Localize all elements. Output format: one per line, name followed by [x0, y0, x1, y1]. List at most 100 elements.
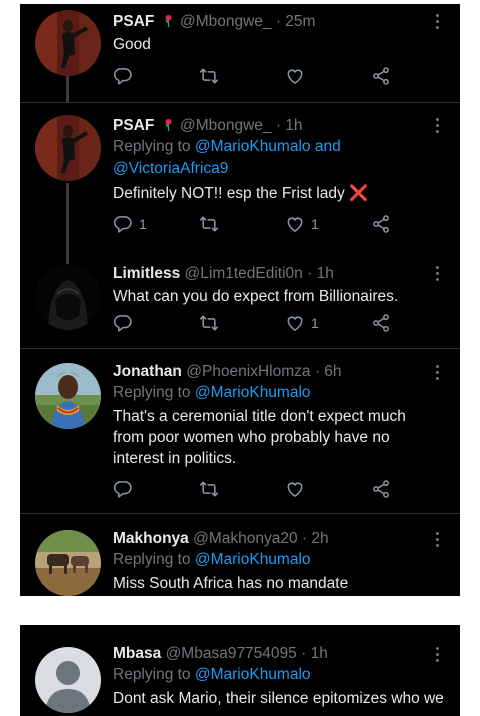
display-name[interactable]: PSAF [113, 13, 154, 30]
tweet-6[interactable]: Mbasa @Mbasa97754095 · 1h Replying to @M… [20, 625, 460, 716]
reply-button[interactable] [113, 65, 139, 87]
rose-icon [161, 13, 176, 28]
heart-icon [285, 214, 305, 234]
tweet-text: What can you do expect from Billionaires… [113, 288, 399, 305]
mention-and: and [314, 138, 341, 155]
like-button[interactable]: 1 [285, 213, 319, 235]
avatar[interactable] [35, 363, 101, 429]
like-button[interactable] [285, 478, 311, 500]
like-count: 1 [311, 216, 319, 232]
tweet-header: Mbasa @Mbasa97754095 · 1h [113, 644, 430, 664]
mention-link[interactable]: @VictoriaAfrica9 [113, 160, 228, 177]
thread-line [66, 250, 69, 264]
share-icon [371, 479, 391, 499]
handle[interactable]: @Mbongwe_ [180, 13, 272, 30]
replying-to: Replying to @MarioKhumalo and @VictoriaAf… [113, 136, 430, 180]
avatar[interactable] [35, 647, 101, 713]
more-options-icon[interactable] [436, 532, 440, 550]
reply-button[interactable] [113, 312, 139, 334]
share-icon [371, 313, 391, 333]
replying-to-label: Replying to [113, 138, 191, 155]
heart-icon [285, 313, 305, 333]
handle[interactable]: @Mbasa97754095 [166, 645, 297, 662]
handle[interactable]: @Lim1tedEditi0n [185, 265, 303, 282]
heart-icon [285, 66, 305, 86]
retweet-button[interactable] [199, 65, 219, 87]
reply-icon [113, 214, 133, 234]
reply-button[interactable] [113, 478, 139, 500]
timeline-panel: PSAF @Mbongwe_ · 25m Good PSAF @Mbongwe_… [20, 4, 460, 596]
retweet-button[interactable] [199, 213, 219, 235]
tweet-header: Jonathan @PhoenixHlomza · 6h [113, 362, 430, 382]
tweet-5[interactable]: Makhonya @Makhonya20 · 2h Replying to @M… [20, 514, 460, 596]
tweet-actions [113, 478, 413, 500]
retweet-icon [199, 313, 219, 333]
tweet-text: Definitely NOT!! esp the Frist lady ❌ [113, 183, 430, 204]
mention-link[interactable]: @MarioKhumalo [195, 666, 311, 683]
avatar[interactable] [35, 115, 101, 181]
replying-to: Replying to @MarioKhumalo [113, 382, 430, 404]
like-button[interactable]: 1 [285, 312, 319, 334]
tweet-header: Makhonya @Makhonya20 · 2h [113, 529, 430, 549]
tweet-4[interactable]: Jonathan @PhoenixHlomza · 6h Replying to… [20, 349, 460, 514]
timestamp: · 6h [314, 363, 342, 380]
display-name[interactable]: Jonathan [113, 363, 182, 380]
mention-link[interactable]: @MarioKhumalo [195, 384, 311, 401]
more-options-icon[interactable] [436, 647, 440, 665]
reply-icon [113, 313, 133, 333]
reply-button[interactable]: 1 [113, 213, 147, 235]
tweet-3[interactable]: Limitless @Lim1tedEditi0n · 1h What can … [20, 250, 460, 349]
tweet-header: Limitless @Lim1tedEditi0n · 1h [113, 264, 430, 284]
avatar[interactable] [35, 530, 101, 596]
tweet-actions: 1 1 [113, 213, 413, 235]
mention-link[interactable]: @MarioKhumalo [195, 138, 311, 155]
avatar[interactable] [35, 264, 101, 330]
more-options-icon[interactable] [436, 14, 440, 32]
handle[interactable]: @Makhonya20 [193, 530, 298, 547]
more-options-icon[interactable] [436, 266, 440, 284]
timestamp: · 1h [307, 265, 334, 282]
replying-to: Replying to @MarioKhumalo [113, 664, 430, 686]
replying-to-label: Replying to [113, 666, 191, 683]
thread-line [66, 183, 69, 250]
avatar[interactable] [35, 10, 101, 76]
display-name[interactable]: Limitless [113, 265, 180, 282]
more-options-icon[interactable] [436, 118, 440, 136]
retweet-button[interactable] [199, 478, 219, 500]
timeline-panel-continued: Mbasa @Mbasa97754095 · 1h Replying to @M… [20, 625, 460, 716]
share-button[interactable] [371, 213, 391, 235]
replying-to-label: Replying to [113, 384, 191, 401]
tweet-header: PSAF @Mbongwe_ · 25m [113, 12, 430, 32]
rose-icon [161, 117, 176, 132]
share-icon [371, 214, 391, 234]
tweet-text-content: Definitely NOT!! esp the Frist lady [113, 185, 345, 202]
tweet-text: Miss South Africa has no mandate [113, 575, 349, 592]
cross-mark-emoji: ❌ [349, 185, 369, 202]
replying-to: Replying to @MarioKhumalo [113, 549, 430, 571]
tweet-header: PSAF @Mbongwe_ · 1h [113, 116, 430, 136]
timestamp: · 1h [275, 117, 303, 134]
tweet-text: Good [113, 36, 151, 53]
thread-line [66, 74, 69, 103]
timestamp: · 2h [301, 530, 329, 547]
replying-to-label: Replying to [113, 551, 191, 568]
mention-link[interactable]: @MarioKhumalo [195, 551, 311, 568]
reply-icon [113, 66, 133, 86]
share-button[interactable] [371, 312, 391, 334]
display-name[interactable]: Mbasa [113, 645, 161, 662]
tweet-2[interactable]: PSAF @Mbongwe_ · 1h Replying to @MarioKh… [20, 103, 460, 250]
retweet-button[interactable] [199, 312, 219, 334]
tweet-text: That's a ceremonial title don't expect m… [113, 408, 406, 467]
share-button[interactable] [371, 65, 391, 87]
like-button[interactable] [285, 65, 311, 87]
share-button[interactable] [371, 478, 391, 500]
tweet-actions: 1 [113, 312, 413, 334]
tweet-1[interactable]: PSAF @Mbongwe_ · 25m Good [20, 4, 460, 103]
handle[interactable]: @Mbongwe_ [180, 117, 272, 134]
handle[interactable]: @PhoenixHlomza [186, 363, 310, 380]
share-icon [371, 66, 391, 86]
retweet-icon [199, 479, 219, 499]
more-options-icon[interactable] [436, 365, 440, 383]
display-name[interactable]: PSAF [113, 117, 154, 134]
display-name[interactable]: Makhonya [113, 530, 189, 547]
